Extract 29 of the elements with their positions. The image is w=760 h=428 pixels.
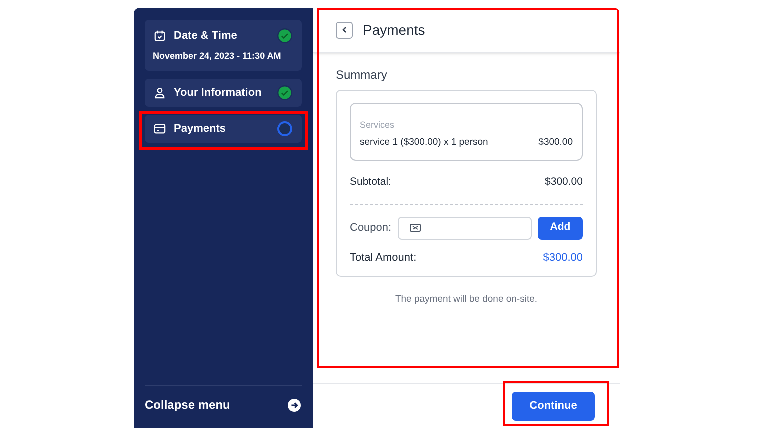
calendar-icon xyxy=(154,30,166,42)
step-item[interactable]: Date & Time November 24, 2023 - 11:30 AM xyxy=(145,20,302,71)
subtotal-value: $300.00 xyxy=(545,174,583,190)
service-line: service 1 ($300.00) x 1 person xyxy=(360,136,488,150)
add-button[interactable]: Add xyxy=(538,216,583,240)
back-button[interactable] xyxy=(336,22,353,38)
step-detail: November 24, 2023 - 11:30 AM xyxy=(153,50,282,62)
step-title: Date & Time xyxy=(174,29,238,44)
total-label: Total Amount: xyxy=(350,250,417,266)
collapse-menu-link[interactable]: Collapse menu xyxy=(145,396,230,414)
user-icon xyxy=(154,87,166,99)
continue-button[interactable]: Continue xyxy=(512,392,595,420)
chevron-left-icon xyxy=(340,26,348,34)
services-label: Services xyxy=(360,119,396,132)
step-title: Payments xyxy=(174,122,227,137)
service-price: $300.00 xyxy=(538,136,573,150)
coupon-field[interactable] xyxy=(398,216,532,240)
step-item[interactable]: Your Information xyxy=(145,79,302,107)
card-icon xyxy=(154,123,166,135)
payment-note: The payment will be done on-site. xyxy=(394,293,539,307)
panel-title: Payments xyxy=(363,20,426,40)
step-item[interactable]: Payments xyxy=(145,115,302,143)
subtotal-label: Subtotal: xyxy=(350,174,392,190)
step-title: Your Information xyxy=(174,86,263,101)
ticket-icon xyxy=(410,224,421,232)
summary-heading: Summary xyxy=(336,67,388,84)
arrow-right-icon[interactable] xyxy=(288,398,301,412)
coupon-label: Coupon: xyxy=(350,220,392,236)
total-value: $300.00 xyxy=(543,250,583,266)
